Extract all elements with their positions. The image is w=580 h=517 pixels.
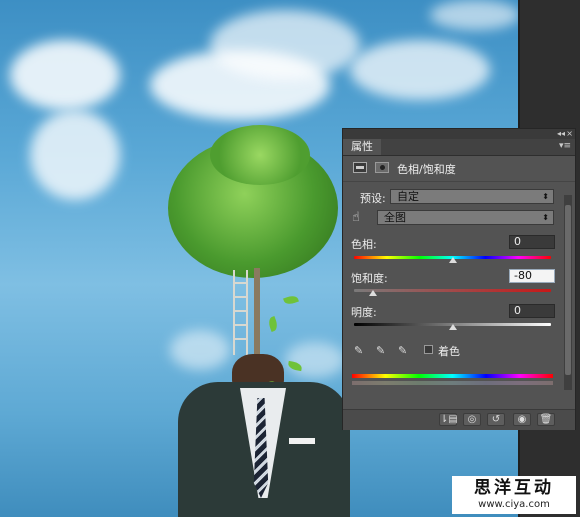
panel-scrollbar[interactable] (564, 195, 572, 390)
cloud (285, 342, 345, 378)
tab-properties[interactable]: 属性 (343, 139, 381, 155)
ladder-rung (233, 324, 248, 326)
trash-icon[interactable]: 🗑 (537, 413, 555, 426)
preset-select-value: 自定 (397, 190, 419, 203)
select-arrows-icon: ⬍ (542, 213, 549, 222)
watermark-logo: 思洋互动 www.ciya.com (452, 476, 576, 514)
ladder-rung (233, 310, 248, 312)
panel-bottom-toolbar: ⇂▤ ◎ ↺ ◉ 🗑 (343, 409, 575, 430)
saturation-slider-thumb[interactable] (369, 290, 377, 296)
eyedropper-icon[interactable]: ✎ (354, 344, 363, 357)
cloud (30, 110, 120, 200)
panel-tabbar: 属性 ▾≡ (343, 139, 575, 156)
output-color-bar (352, 381, 553, 385)
reset-icon[interactable]: ↺ (487, 413, 505, 426)
ladder-rung (233, 296, 248, 298)
cloud (10, 40, 120, 110)
ladder-rung (233, 338, 248, 340)
lightness-label: 明度: (351, 306, 377, 319)
saturation-slider-track[interactable] (354, 289, 551, 292)
eyedropper-plus-icon[interactable]: ✎ (376, 344, 385, 357)
mask-icon[interactable] (375, 162, 389, 173)
panel-menu-icon[interactable]: ▾≡ (559, 141, 571, 151)
channel-select-value: 全图 (384, 211, 406, 224)
saturation-input[interactable]: -80 (509, 269, 555, 283)
tree-trunk (254, 268, 260, 358)
channel-select[interactable]: 全图 ⬍ (377, 210, 554, 225)
scrollbar-thumb[interactable] (565, 205, 571, 375)
view-previous-icon[interactable]: ◎ (463, 413, 481, 426)
close-panel-button[interactable]: × (566, 129, 573, 139)
lightness-slider-thumb[interactable] (449, 324, 457, 330)
pocket-square (289, 438, 315, 444)
visibility-icon[interactable]: ◉ (513, 413, 531, 426)
select-arrows-icon: ⬍ (542, 192, 549, 201)
eyedropper-minus-icon[interactable]: ✎ (398, 344, 407, 357)
cloud (350, 40, 490, 100)
ladder-rung (233, 282, 248, 284)
colorize-checkbox[interactable] (424, 345, 433, 354)
hue-label: 色相: (351, 238, 377, 251)
colorize-label: 着色 (438, 345, 460, 358)
hand-target-icon[interactable]: ☝ (352, 210, 360, 225)
adjustment-title: 色相/饱和度 (397, 163, 456, 176)
lightness-input[interactable]: 0 (509, 304, 555, 318)
tree-foliage (210, 125, 310, 185)
panel-titlebar[interactable]: ◂◂ × (343, 129, 575, 139)
hue-slider-thumb[interactable] (449, 257, 457, 263)
clip-layer-icon[interactable]: ⇂▤ (439, 413, 458, 426)
watermark-title: 思洋互动 (474, 478, 554, 498)
watermark-url: www.ciya.com (478, 499, 550, 510)
hue-input[interactable]: 0 (509, 235, 555, 249)
saturation-label: 饱和度: (351, 272, 388, 285)
adjustment-header: 色相/饱和度 (353, 162, 563, 176)
falling-leaf (283, 293, 299, 307)
preset-label: 预设: (360, 192, 386, 205)
cloud (430, 0, 518, 30)
divider (343, 181, 575, 182)
preset-select[interactable]: 自定 ⬍ (390, 189, 554, 204)
cloud (210, 10, 360, 80)
falling-leaf (266, 316, 280, 332)
adjustment-layer-icon[interactable] (353, 162, 367, 173)
input-color-bar (352, 374, 553, 378)
collapse-panel-button[interactable]: ◂◂ (557, 129, 565, 139)
cloud (170, 330, 230, 370)
